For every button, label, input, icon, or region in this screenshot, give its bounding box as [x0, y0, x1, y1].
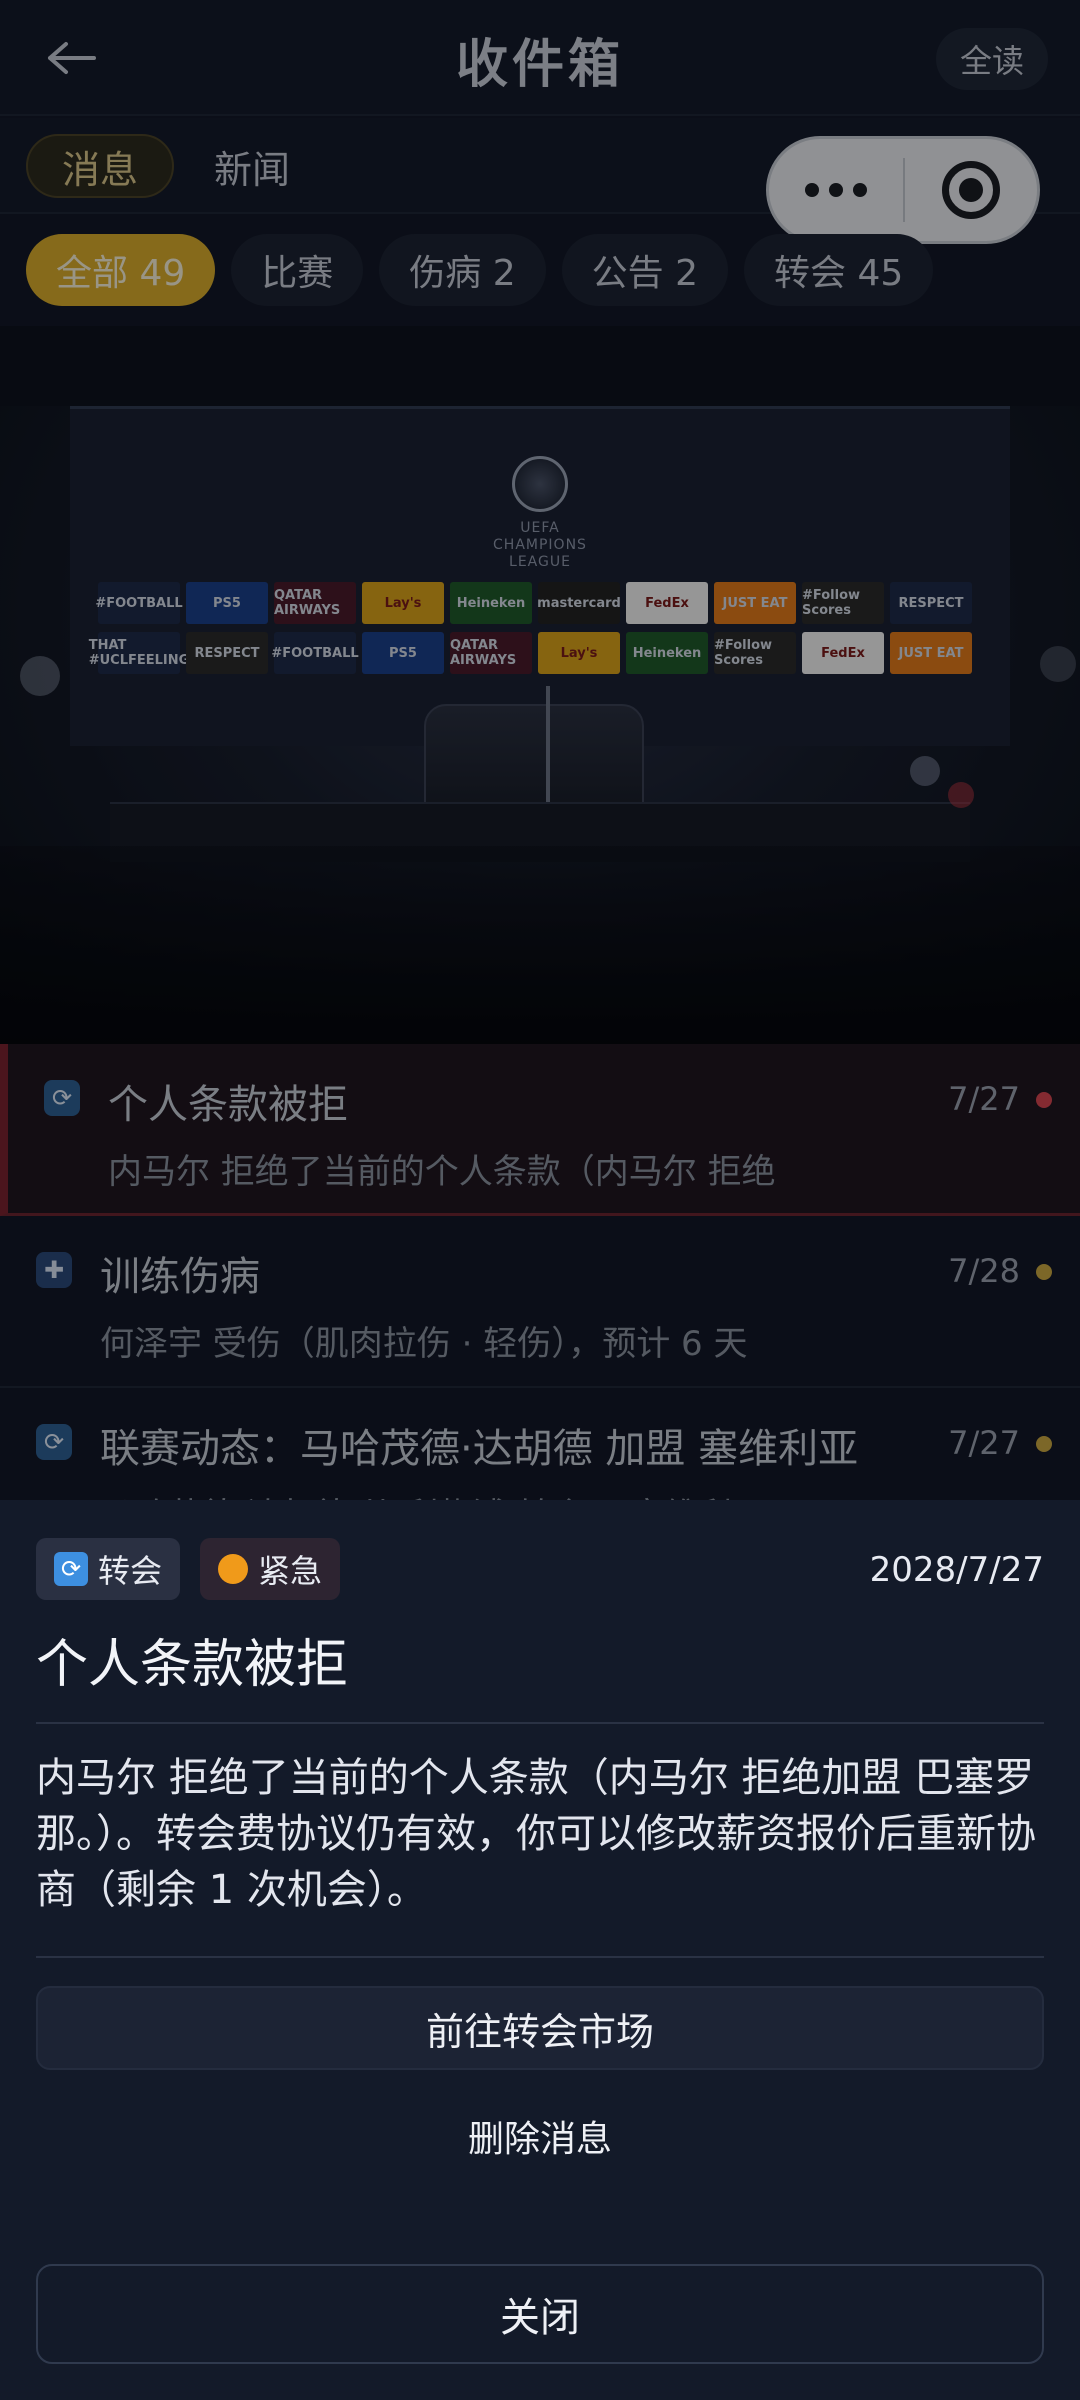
message-title: 个人条款被拒 — [36, 1635, 349, 1695]
urgent-tag-label: 紧急 — [258, 1552, 323, 1590]
message-body: 内马尔 拒绝了当前的个人条款（内马尔 拒绝加盟 巴塞罗那。）。转会费协议仍有效，… — [36, 1755, 1036, 1913]
transfer-tag-label: 转会 — [98, 1552, 163, 1590]
divider — [36, 1956, 1044, 1958]
urgent-tag: 紧急 — [200, 1538, 341, 1600]
transfer-tag: ⟳ 转会 — [36, 1538, 181, 1600]
tag-row: ⟳ 转会 紧急 — [36, 1538, 341, 1600]
message-detail-sheet: ⟳ 转会 紧急 2028/7/27 个人条款被拒 内马尔 拒绝了当前的个人条款（… — [0, 1500, 1080, 2400]
go-to-transfer-market-button[interactable]: 前往转会市场 — [36, 1986, 1044, 2070]
divider — [36, 1722, 1044, 1724]
transfer-icon: ⟳ — [54, 1552, 88, 1586]
close-button[interactable]: 关闭 — [36, 2264, 1044, 2364]
delete-message-button[interactable]: 删除消息 — [36, 2094, 1044, 2178]
urgent-dot-icon — [218, 1554, 249, 1584]
message-date: 2028/7/27 — [869, 1550, 1044, 1590]
